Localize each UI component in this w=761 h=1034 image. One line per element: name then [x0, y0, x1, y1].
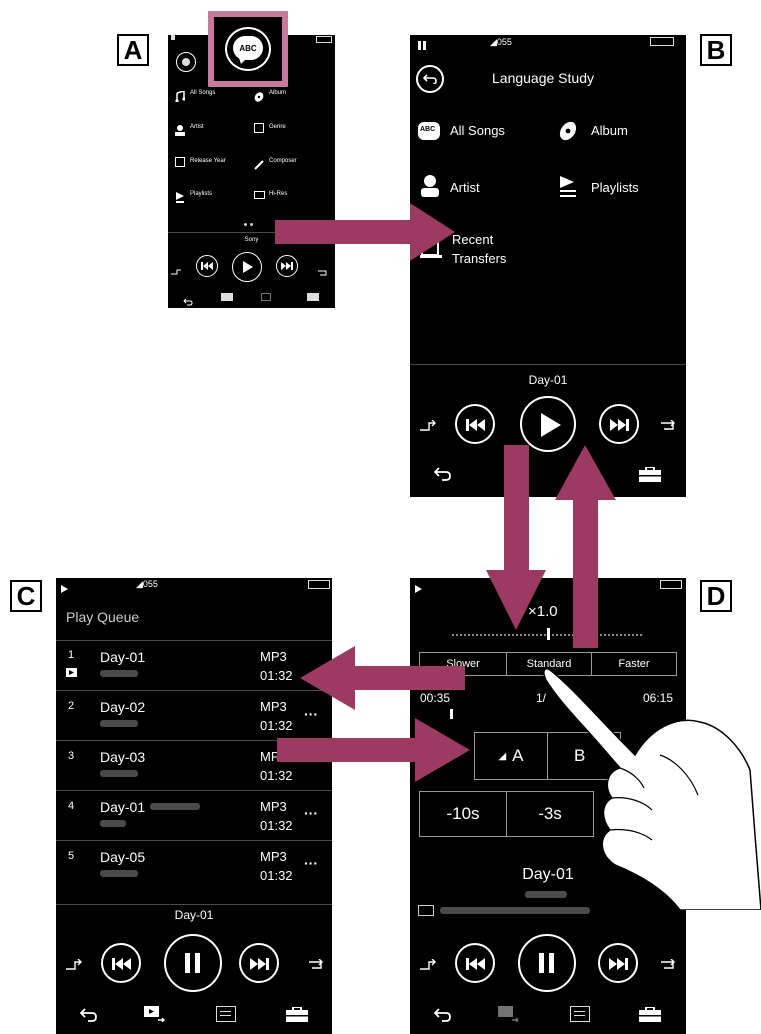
arrow-d-to-c: [300, 646, 465, 710]
arrow-b-to-d: [486, 445, 546, 630]
arrow-a-to-b: [275, 203, 455, 261]
arrow-d-to-b: [555, 445, 616, 648]
arrow-c-to-d: [277, 718, 470, 782]
pointing-hand-illustration: [543, 668, 761, 910]
